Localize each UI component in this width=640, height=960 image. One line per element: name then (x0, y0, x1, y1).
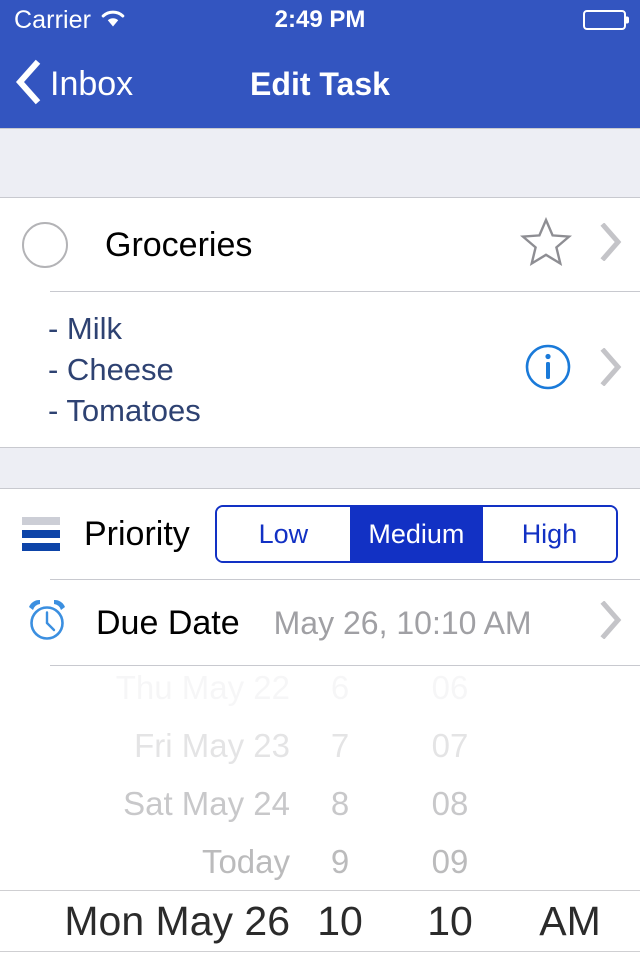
picker-minute-value: 08 (431, 784, 469, 822)
task-title-row[interactable]: Groceries (0, 198, 640, 291)
status-bar-time: 2:49 PM (274, 6, 366, 33)
due-date-chevron-right-icon[interactable] (600, 600, 622, 644)
list-item: - Cheese (48, 352, 174, 387)
date-picker-rows: Thu May 22 6 06 Fri May 23 7 07 Sat May … (0, 666, 640, 956)
chevron-left-icon (14, 59, 42, 110)
circle-checkbox-icon[interactable] (22, 221, 68, 268)
back-button-label: Inbox (50, 65, 134, 103)
priority-segment-low[interactable]: Low (216, 507, 350, 561)
navigation-bar: Inbox Edit Task (0, 40, 640, 128)
priority-row: Priority Low Medium High (0, 489, 640, 579)
task-section: Groceries - Milk - Cheese - Tomatoes (0, 198, 640, 447)
picker-meridiem-value: AM (539, 897, 601, 944)
picker-hour-value: 7 (330, 726, 350, 764)
task-row-chevron-right-icon[interactable] (600, 222, 622, 266)
picker-minute-value: 06 (431, 668, 469, 706)
priority-bar-top (22, 517, 60, 525)
picker-minute-value: 07 (431, 726, 469, 764)
priority-segment-high[interactable]: High (482, 507, 616, 561)
picker-row-selected[interactable]: Mon May 26 10 10 AM (0, 890, 640, 952)
task-details-section: Priority Low Medium High Due Date May 26… (0, 489, 640, 956)
picker-minute-value: 09 (431, 842, 469, 880)
picker-hour-value: 10 (317, 897, 363, 944)
picker-date-value: Fri May 23 (134, 726, 290, 764)
star-outline-icon[interactable] (520, 216, 572, 272)
task-title: Groceries (105, 227, 253, 262)
list-item: - Tomatoes (48, 393, 201, 428)
due-date-row[interactable]: Due Date May 26, 10:10 AM (0, 580, 640, 665)
picker-hour-value: 6 (330, 668, 350, 706)
status-bar-right (583, 10, 626, 30)
picker-date-value: Mon May 26 (64, 897, 290, 944)
battery-icon (583, 10, 626, 30)
priority-bars-icon (22, 517, 60, 551)
picker-row[interactable]: Fri May 23 7 07 (0, 716, 640, 774)
priority-bar-middle (22, 530, 60, 538)
list-item: - Milk (48, 311, 123, 346)
priority-label: Priority (84, 515, 190, 553)
status-bar: Carrier 2:49 PM (0, 0, 640, 40)
picker-date-value: Sat May 24 (123, 784, 290, 822)
date-time-picker[interactable]: Thu May 22 6 06 Fri May 23 7 07 Sat May … (0, 666, 640, 956)
task-notes-list: - Milk - Cheese - Tomatoes (48, 308, 524, 431)
picker-hour-value: 8 (330, 784, 350, 822)
picker-row[interactable]: Thu May 22 6 06 (0, 666, 640, 716)
info-circle-icon[interactable] (524, 343, 572, 396)
picker-row[interactable]: Sat May 24 8 08 (0, 774, 640, 832)
due-date-label: Due Date (96, 603, 240, 642)
picker-row[interactable]: Today 9 09 (0, 832, 640, 890)
picker-hour-value: 9 (330, 842, 350, 880)
picker-date-value: Today (201, 842, 290, 880)
group-spacer-middle (0, 447, 640, 489)
due-date-value: May 26, 10:10 AM (273, 604, 532, 641)
group-spacer-top (0, 128, 640, 198)
notes-row-chevron-right-icon[interactable] (600, 347, 622, 391)
picker-date-value: Thu May 22 (115, 668, 290, 706)
priority-bar-bottom (22, 543, 60, 551)
back-button[interactable]: Inbox (0, 59, 133, 110)
picker-row[interactable]: Tue May 27 11 11 PM (0, 952, 640, 956)
priority-segmented-control[interactable]: Low Medium High (214, 505, 618, 563)
picker-minute-value: 10 (427, 897, 473, 944)
alarm-clock-icon (22, 595, 72, 650)
task-notes-row[interactable]: - Milk - Cheese - Tomatoes (0, 292, 640, 447)
priority-segment-medium[interactable]: Medium (349, 507, 483, 561)
